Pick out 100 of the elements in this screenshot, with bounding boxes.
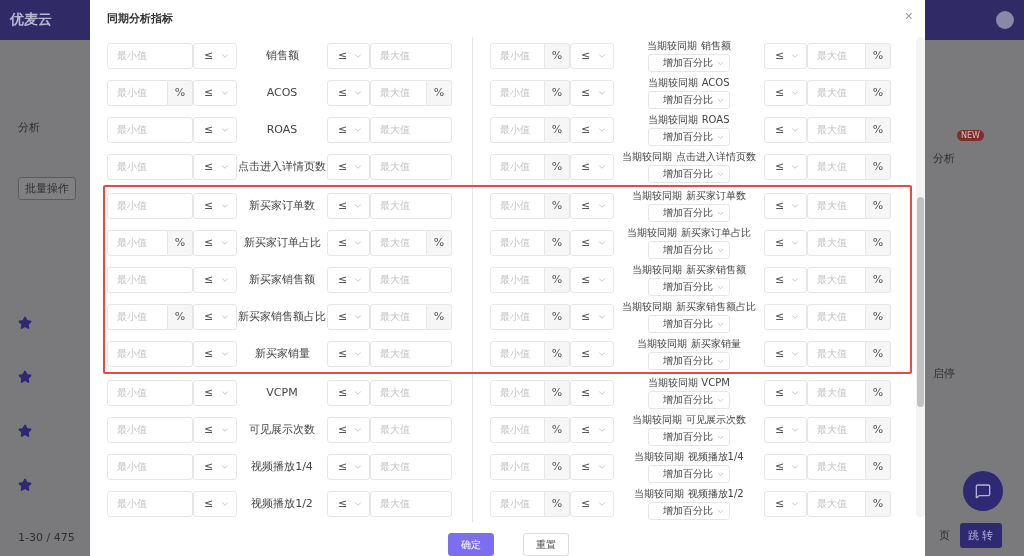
operator-select[interactable]: ≤: [570, 490, 614, 517]
operator-select[interactable]: ≤: [193, 266, 237, 293]
percent-unit: %: [866, 379, 891, 406]
change-type-select[interactable]: 增加百分比: [648, 391, 730, 409]
operator-select[interactable]: ≤: [570, 340, 614, 367]
operator-select[interactable]: ≤: [193, 116, 237, 143]
chat-icon: [975, 483, 991, 499]
operator-select[interactable]: ≤: [764, 116, 807, 143]
operator-select[interactable]: ≤: [327, 303, 370, 330]
operator-select[interactable]: ≤: [193, 79, 237, 106]
operator-select[interactable]: ≤: [570, 153, 614, 180]
operator-select[interactable]: ≤: [764, 303, 807, 330]
percent-unit: %: [545, 416, 570, 443]
metric-label: 当期较同期 ROAS: [647, 113, 731, 127]
star-icon[interactable]: [18, 424, 32, 438]
operator-select[interactable]: ≤: [764, 192, 807, 219]
percent-unit: %: [545, 42, 570, 69]
operator-select[interactable]: ≤: [764, 416, 807, 443]
operator-select[interactable]: ≤: [764, 266, 807, 293]
metric-label: 新买家销售额: [248, 272, 316, 287]
change-type-select[interactable]: 增加百分比: [648, 91, 730, 109]
metric-label: 新买家订单数: [248, 198, 316, 213]
operator-select[interactable]: ≤: [570, 79, 614, 106]
percent-unit: %: [866, 416, 891, 443]
operator-select[interactable]: ≤: [193, 453, 237, 480]
app-logo: 优麦云: [10, 11, 52, 29]
star-icon[interactable]: [18, 316, 32, 330]
operator-select[interactable]: ≤: [327, 153, 370, 180]
operator-select[interactable]: ≤: [570, 416, 614, 443]
operator-select[interactable]: ≤: [570, 229, 614, 256]
operator-select[interactable]: ≤: [570, 42, 614, 69]
change-type-select[interactable]: 增加百分比: [648, 465, 730, 483]
operator-select[interactable]: ≤: [764, 340, 807, 367]
operator-select[interactable]: ≤: [193, 340, 237, 367]
operator-select[interactable]: ≤: [570, 453, 614, 480]
operator-select[interactable]: ≤: [327, 116, 370, 143]
operator-select[interactable]: ≤: [193, 192, 237, 219]
operator-select[interactable]: ≤: [764, 153, 807, 180]
operator-select[interactable]: ≤: [327, 379, 370, 406]
change-type-select[interactable]: 增加百分比: [648, 278, 730, 296]
operator-select[interactable]: ≤: [327, 453, 370, 480]
operator-select[interactable]: ≤: [764, 490, 807, 517]
operator-select[interactable]: ≤: [327, 229, 370, 256]
star-icon[interactable]: [18, 370, 32, 384]
confirm-button[interactable]: 确定: [448, 533, 494, 556]
operator-select[interactable]: ≤: [764, 79, 807, 106]
operator-select[interactable]: ≤: [193, 490, 237, 517]
metric-label: 当期较同期 VCPM: [647, 376, 731, 390]
percent-unit: %: [427, 229, 452, 256]
change-type-select[interactable]: 增加百分比: [648, 204, 730, 222]
operator-select[interactable]: ≤: [193, 153, 237, 180]
operator-select[interactable]: ≤: [193, 379, 237, 406]
operator-select[interactable]: ≤: [327, 490, 370, 517]
change-type-select[interactable]: 增加百分比: [648, 128, 730, 146]
percent-unit: %: [866, 490, 891, 517]
change-type-select[interactable]: 增加百分比: [648, 428, 730, 446]
metric-label: 新买家销量: [253, 346, 311, 361]
operator-select[interactable]: ≤: [327, 192, 370, 219]
change-type-select[interactable]: 增加百分比: [648, 54, 730, 72]
metric-label: 视频播放1/4: [250, 459, 314, 474]
operator-select[interactable]: ≤: [193, 416, 237, 443]
percent-unit: %: [545, 340, 570, 367]
change-type-select[interactable]: 增加百分比: [648, 352, 730, 370]
chat-button[interactable]: [963, 471, 1003, 511]
percent-unit: %: [545, 153, 570, 180]
metric-label: 当期较同期 视频播放1/2: [633, 487, 745, 501]
percent-unit: %: [545, 490, 570, 517]
change-type-select[interactable]: 增加百分比: [648, 241, 730, 259]
operator-select[interactable]: ≤: [327, 79, 370, 106]
scrollbar-thumb[interactable]: [917, 197, 924, 407]
percent-unit: %: [545, 379, 570, 406]
operator-select[interactable]: ≤: [570, 192, 614, 219]
percent-unit: %: [545, 453, 570, 480]
operator-select[interactable]: ≤: [327, 266, 370, 293]
operator-select[interactable]: ≤: [570, 379, 614, 406]
operator-select[interactable]: ≤: [327, 340, 370, 367]
avatar-icon[interactable]: [996, 11, 1014, 29]
operator-select[interactable]: ≤: [193, 303, 237, 330]
operator-select[interactable]: ≤: [570, 116, 614, 143]
operator-select[interactable]: ≤: [764, 229, 807, 256]
reset-button[interactable]: 重置: [523, 533, 569, 556]
change-type-select[interactable]: 增加百分比: [648, 165, 730, 183]
operator-select[interactable]: ≤: [193, 42, 237, 69]
operator-select[interactable]: ≤: [193, 229, 237, 256]
operator-select[interactable]: ≤: [764, 42, 807, 69]
operator-select[interactable]: ≤: [327, 416, 370, 443]
operator-select[interactable]: ≤: [327, 42, 370, 69]
jump-button[interactable]: 跳 转: [960, 523, 1002, 548]
batch-button[interactable]: 批量操作: [18, 177, 76, 200]
star-icon[interactable]: [18, 478, 32, 492]
operator-select[interactable]: ≤: [570, 266, 614, 293]
percent-unit: %: [866, 192, 891, 219]
toggle-label: 启停: [933, 366, 955, 381]
operator-select[interactable]: ≤: [764, 453, 807, 480]
operator-select[interactable]: ≤: [570, 303, 614, 330]
percent-unit: %: [427, 303, 452, 330]
metric-label: 当期较同期 销售额: [646, 39, 732, 53]
change-type-select[interactable]: 增加百分比: [648, 502, 730, 520]
operator-select[interactable]: ≤: [764, 379, 807, 406]
change-type-select[interactable]: 增加百分比: [648, 315, 730, 333]
